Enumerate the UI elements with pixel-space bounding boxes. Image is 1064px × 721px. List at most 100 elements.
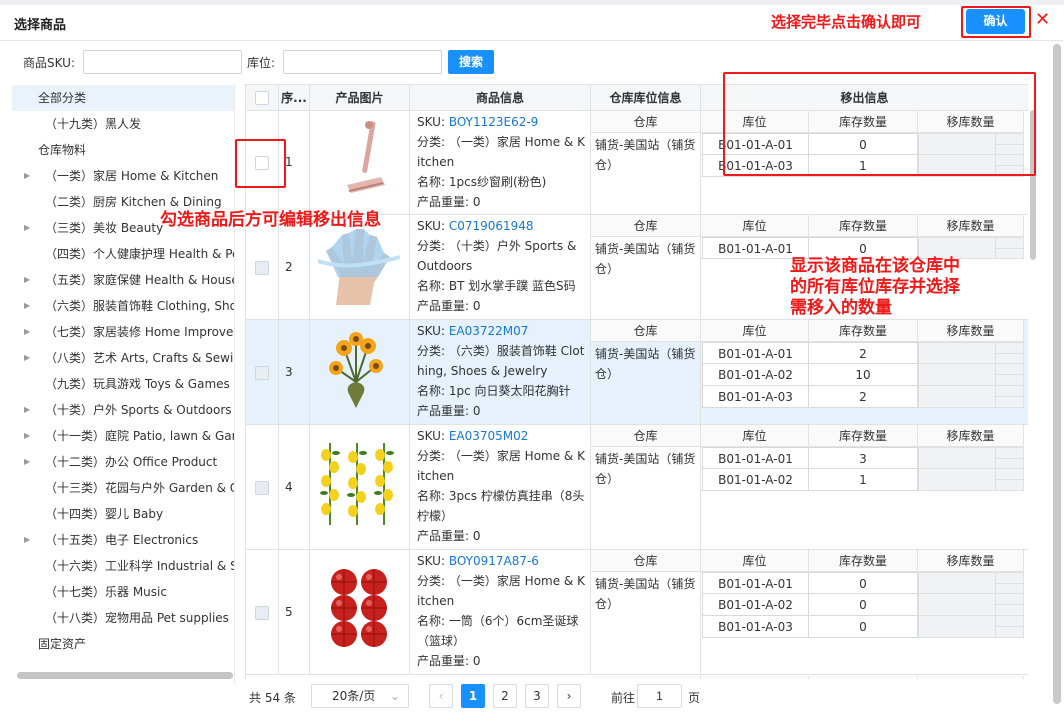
quantity-stepper[interactable] [995,238,1024,258]
tree-item[interactable]: （十九类）黑人发 [12,111,234,137]
location-cell: B01-01-A-02 [702,364,809,386]
sku-label: SKU: [417,324,449,338]
quantity-stepper[interactable] [995,386,1024,407]
move-qty-subheader: 移库数量 [918,215,1024,237]
page-suffix: 页 [688,691,701,705]
row-checkbox[interactable] [255,606,269,620]
tree-item-label: （十类）户外 Sports & Outdoors [45,403,232,417]
quantity-stepper[interactable] [995,364,1024,385]
sku-label: SKU: [417,429,449,443]
tree-item-label: （五类）家庭保健 Health & Househo [45,273,235,287]
caret-right-icon[interactable]: ▶ [24,267,30,293]
confirm-button[interactable]: 确认 [966,9,1025,34]
tree-item-label: （十八类）宠物用品 Pet supplies [45,611,229,625]
caret-right-icon[interactable]: ▶ [24,345,30,371]
table-row: 3 SKU: EA03722M07 分类: （六类）服装首饰鞋 Clot hing,… [246,320,1028,425]
quantity-stepper[interactable] [995,616,1024,637]
move-qty-input[interactable] [918,386,1024,408]
tree-item[interactable]: （十八类）宠物用品 Pet supplies [12,605,234,631]
row-checkbox[interactable] [255,481,269,495]
weight-text: 产品重量: 0 [417,654,481,668]
move-qty-input[interactable] [918,364,1024,386]
tree-item[interactable]: ▶ （十五类）电子 Electronics [12,527,234,553]
prev-page-button[interactable]: ‹ [429,684,453,708]
move-qty-input[interactable] [918,342,1024,364]
row-checkbox[interactable] [255,366,269,380]
row-seq: 4 [285,480,293,494]
close-icon[interactable]: ✕ [1035,10,1050,30]
page-button-3[interactable]: 3 [525,684,549,708]
stock-subheader: 库存数量 [809,215,918,237]
caret-right-icon[interactable]: ▶ [24,397,30,423]
select-all-checkbox[interactable] [255,91,269,105]
stock-cell: 2 [809,342,918,364]
chevron-down-icon: ⌄ [389,689,400,703]
tree-item[interactable]: （九类）玩具游戏 Toys & Games [12,371,234,397]
move-qty-input[interactable] [918,572,1024,594]
tree-item[interactable]: ▶ （八类）艺术 Arts, Crafts & Sewing [12,345,234,371]
move-qty-input[interactable] [918,616,1024,638]
caret-right-icon[interactable]: ▶ [24,215,30,241]
quantity-stepper[interactable] [995,573,1024,593]
tree-item[interactable]: ▶ （十类）户外 Sports & Outdoors [12,397,234,423]
warehouse-subheader: 仓库 [591,550,701,572]
tree-item[interactable]: ▶ （七类）家居装修 Home Improveme [12,319,234,345]
move-qty-input[interactable] [918,469,1024,491]
tree-item-label: （十四类）婴儿 Baby [45,507,164,521]
quantity-stepper[interactable] [995,448,1024,468]
dialog-vertical-scrollbar[interactable] [1053,44,1061,704]
sku-link[interactable]: C0719061948 [449,219,534,233]
warehouse-subheader: 仓库 [591,425,701,447]
caret-right-icon[interactable]: ▶ [24,293,30,319]
tree-item[interactable]: ▶ （六类）服装首饰鞋 Clothing, Shoes [12,293,234,319]
caret-right-icon[interactable]: ▶ [24,319,30,345]
tree-item[interactable]: （十七类）乐器 Music [12,579,234,605]
location-input[interactable] [283,50,442,74]
page-button-1[interactable]: 1 [461,684,485,708]
sku-link[interactable]: EA03705M02 [449,429,529,443]
tree-item[interactable]: ▶ （十二类）办公 Office Product [12,449,234,475]
quantity-stepper[interactable] [995,594,1024,615]
page-button-2[interactable]: 2 [493,684,517,708]
tree-item-label: （十三类）花园与户外 Garden & Ou [45,481,235,495]
tree-item[interactable]: （十三类）花园与户外 Garden & Ou [12,475,235,501]
stock-subheader: 库存数量 [809,550,918,572]
sku-link[interactable]: EA03722M07 [449,324,529,338]
row-seq: 3 [285,365,293,379]
stock-subheader: 库存数量 [809,676,918,679]
caret-right-icon[interactable]: ▶ [24,423,30,449]
sku-link[interactable]: BOY0917A87-6 [449,554,539,568]
page-size-value: 20条/页 [332,689,376,703]
move-qty-input[interactable] [918,447,1024,469]
location-subheader: 库位 [701,215,809,237]
sku-input[interactable] [83,50,242,74]
tree-item[interactable]: ▶ （十一类）庭院 Patio, lawn & Garde [12,423,234,449]
tree-item[interactable]: （十四类）婴儿 Baby [12,501,234,527]
table-cell [279,550,310,674]
goto-page-input[interactable] [637,684,682,708]
tree-item[interactable]: （四类）个人健康护理 Health & Per [12,241,234,267]
caret-right-icon[interactable]: ▶ [24,449,30,475]
page-size-select[interactable]: 20条/页 ⌄ [311,684,409,708]
tree-item[interactable]: 固定资产 [12,631,234,657]
row-checkbox[interactable] [255,261,269,275]
tree-item[interactable]: 全部分类 [12,85,234,111]
tree-item[interactable]: （十六类）工业科学 Industrial & Sci [12,553,234,579]
tree-horizontal-scrollbar[interactable] [17,672,233,679]
caret-right-icon[interactable]: ▶ [24,527,30,553]
tree-item[interactable]: ▶ （一类）家居 Home & Kitchen [12,163,234,189]
product-info: SKU: XWF1911234 [416,674,591,679]
search-button[interactable]: 搜索 [448,50,494,74]
next-page-button[interactable]: › [557,684,581,708]
swim-glove-image [317,221,428,321]
caret-right-icon[interactable]: ▶ [24,163,30,189]
move-qty-input[interactable] [918,594,1024,616]
tree-item[interactable]: ▶ （五类）家庭保健 Health & Househo [12,267,235,293]
sku-link[interactable]: BOY1123E62-9 [449,115,539,129]
quantity-stepper[interactable] [995,469,1024,490]
weight-text: 产品重量: 0 [417,299,481,313]
tree-item[interactable]: 仓库物料 [12,137,234,163]
sku-link[interactable]: XWF1911234 [448,678,528,679]
quantity-stepper[interactable] [995,343,1024,363]
warehouse-name: 铺货-美国站（铺货仓） [595,577,696,611]
